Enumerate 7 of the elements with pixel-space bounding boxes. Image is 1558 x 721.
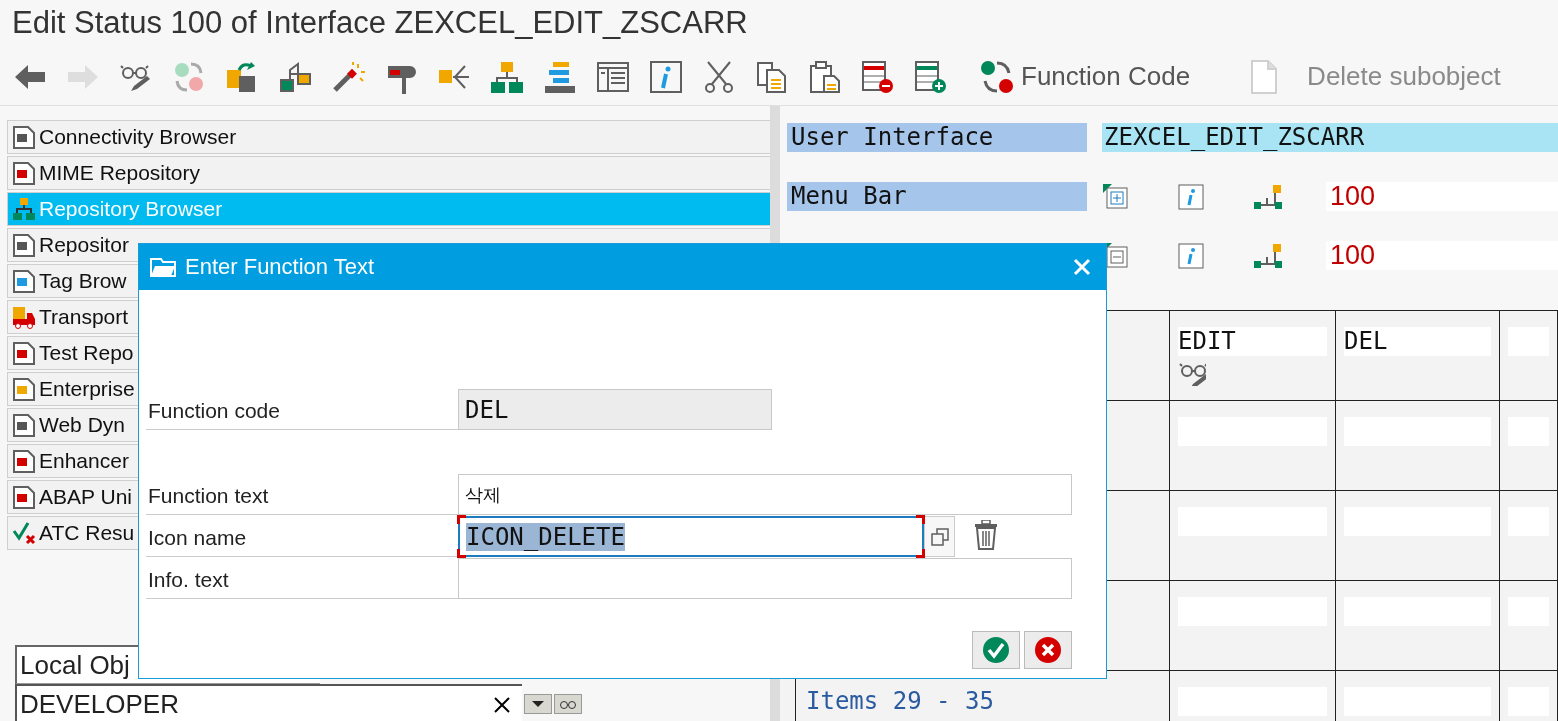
bar-label: Menu Bar [787,182,1087,211]
window-title: Edit Status 100 of Interface ZEXCEL_EDIT_ZSCARR [11,4,749,42]
field-label: Icon name [146,516,458,557]
readonly-field: DEL [458,389,772,430]
field-value: ZEXCEL_EDIT_ZSCARR [1102,123,1558,152]
field-label: User Interface [787,123,1087,152]
dialog-title: Enter Function Text [185,254,376,280]
